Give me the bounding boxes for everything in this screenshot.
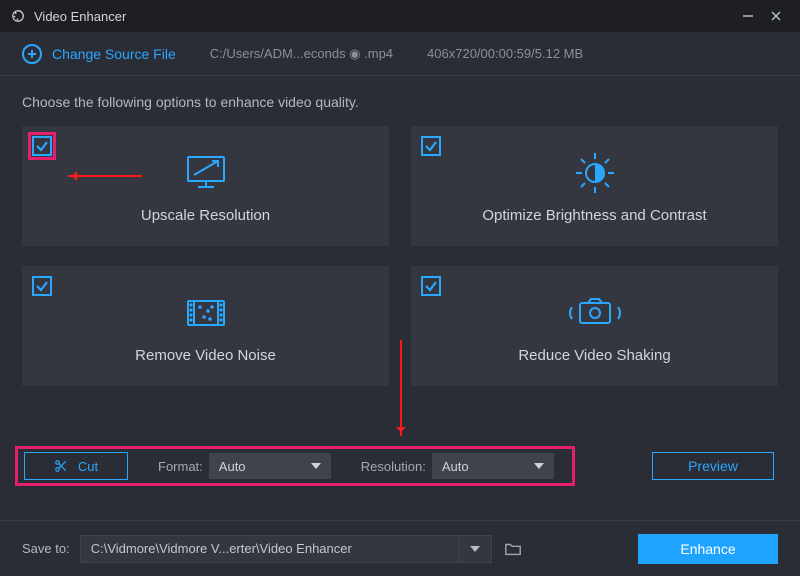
app-logo-icon xyxy=(10,8,26,24)
card-remove-noise[interactable]: Remove Video Noise xyxy=(22,266,389,386)
enhance-button[interactable]: Enhance xyxy=(638,534,778,564)
resolution-label: Resolution: xyxy=(361,459,426,474)
card-reduce-shaking[interactable]: Reduce Video Shaking xyxy=(411,266,778,386)
card-label: Upscale Resolution xyxy=(141,207,270,224)
format-label: Format: xyxy=(158,459,203,474)
format-select[interactable]: Auto xyxy=(209,453,331,479)
open-folder-button[interactable] xyxy=(500,536,526,562)
chevron-down-icon xyxy=(311,463,321,469)
save-to-label: Save to: xyxy=(22,541,70,556)
card-brightness-contrast[interactable]: Optimize Brightness and Contrast xyxy=(411,126,778,246)
annotation-arrow-down xyxy=(400,340,402,436)
resolution-value: Auto xyxy=(442,459,469,474)
plus-circle-icon xyxy=(22,44,42,64)
checkbox-brightness[interactable] xyxy=(421,136,441,156)
instruction-text: Choose the following options to enhance … xyxy=(0,76,800,120)
cut-label: Cut xyxy=(78,459,98,474)
card-label: Optimize Brightness and Contrast xyxy=(482,207,706,224)
checkbox-shaking[interactable] xyxy=(421,276,441,296)
scissors-icon xyxy=(54,459,68,473)
source-info: 406x720/00:00:59/5.12 MB xyxy=(427,46,583,61)
chevron-down-icon xyxy=(470,546,480,552)
monitor-arrow-icon xyxy=(178,149,234,197)
preview-label: Preview xyxy=(688,458,738,474)
folder-icon xyxy=(504,541,522,557)
annotation-arrow-left xyxy=(68,175,142,177)
format-value: Auto xyxy=(219,459,246,474)
checkbox-upscale[interactable] xyxy=(32,136,52,156)
card-label: Reduce Video Shaking xyxy=(518,347,670,364)
resolution-select[interactable]: Auto xyxy=(432,453,554,479)
cut-button[interactable]: Cut xyxy=(24,452,128,480)
preview-button[interactable]: Preview xyxy=(652,452,774,480)
sun-contrast-icon xyxy=(570,149,620,197)
chevron-down-icon xyxy=(534,463,544,469)
close-button[interactable] xyxy=(762,2,790,30)
filmstrip-icon xyxy=(180,289,232,337)
minimize-button[interactable] xyxy=(734,2,762,30)
controls-highlight-box: Cut Format: Auto Resolution: Auto xyxy=(15,446,575,486)
camera-shake-icon xyxy=(564,289,626,337)
change-source-button[interactable]: Change Source File xyxy=(22,44,176,64)
checkbox-noise[interactable] xyxy=(32,276,52,296)
window-title: Video Enhancer xyxy=(34,9,126,24)
card-label: Remove Video Noise xyxy=(135,347,276,364)
enhance-label: Enhance xyxy=(680,541,735,557)
card-upscale-resolution[interactable]: Upscale Resolution xyxy=(22,126,389,246)
save-path-dropdown[interactable] xyxy=(460,535,492,563)
save-path-value: C:\Vidmore\Vidmore V...erter\Video Enhan… xyxy=(91,541,352,556)
change-source-label: Change Source File xyxy=(52,46,176,62)
source-path: C:/Users/ADM...econds ◉ .mp4 xyxy=(210,46,393,62)
save-path-input[interactable]: C:\Vidmore\Vidmore V...erter\Video Enhan… xyxy=(80,535,460,563)
